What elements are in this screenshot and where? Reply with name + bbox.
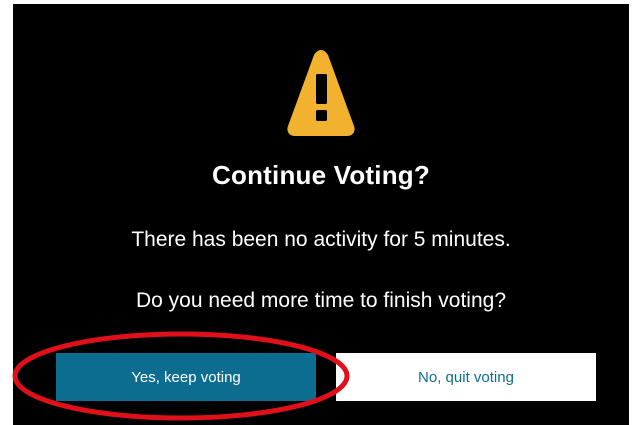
more-time-question: Do you need more time to finish voting? bbox=[135, 289, 507, 312]
yes-keep-voting-label: Yes, keep voting bbox=[131, 368, 241, 386]
yes-keep-voting-button[interactable]: Yes, keep voting bbox=[56, 353, 316, 401]
no-quit-voting-label: No, quit voting bbox=[418, 368, 514, 386]
inactivity-message: There has been no activity for 5 minutes… bbox=[131, 228, 511, 251]
warning-triangle-icon bbox=[287, 50, 355, 136]
dialog-title: Continue Voting? bbox=[212, 160, 430, 190]
no-quit-voting-button[interactable]: No, quit voting bbox=[336, 353, 596, 401]
